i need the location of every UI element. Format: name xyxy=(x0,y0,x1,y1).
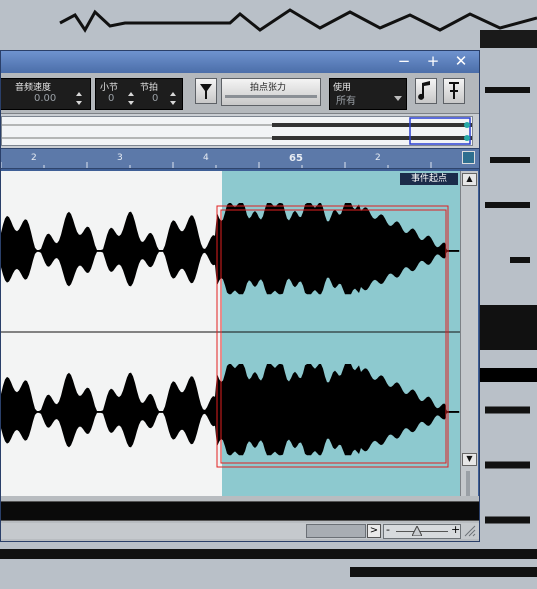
audio-speed-field[interactable]: 音频速度 0.00 xyxy=(1,78,91,110)
horizontal-scroll-thumb[interactable] xyxy=(306,524,366,538)
note-button[interactable] xyxy=(415,78,437,104)
audio-speed-value[interactable]: 0.00 xyxy=(34,93,56,104)
overview-strip[interactable] xyxy=(1,114,479,148)
horizontal-zoom-slider[interactable]: - + xyxy=(383,523,461,539)
editor-toolbar: 音频速度 0.00 小节 节拍 0 0 拍点张力 使用 所有 xyxy=(1,73,479,114)
scroll-down-arrow-icon[interactable]: ▼ xyxy=(462,453,477,466)
resize-grip-icon[interactable] xyxy=(462,523,477,538)
zoom-minus-icon[interactable]: - xyxy=(386,523,390,536)
background-track-top xyxy=(0,0,537,50)
audio-speed-label: 音频速度 xyxy=(15,83,52,93)
chevron-down-icon[interactable] xyxy=(394,96,402,102)
beats-spinner-icon[interactable] xyxy=(170,91,176,107)
overview-waveform[interactable] xyxy=(1,116,473,146)
time-ruler[interactable]: 2 3 4 65 2 xyxy=(1,148,479,169)
zoom-track-line xyxy=(396,531,448,532)
vertical-scrollbar[interactable]: ▲ ▼ xyxy=(460,171,478,531)
pin-icon xyxy=(449,82,459,99)
hitpoint-slider[interactable] xyxy=(225,92,317,102)
bars-beats-field[interactable]: 小节 节拍 0 0 xyxy=(95,78,183,110)
scroll-up-arrow-icon[interactable]: ▲ xyxy=(462,173,477,186)
ruler-ticks xyxy=(1,162,432,168)
zoom-plus-icon[interactable]: + xyxy=(451,523,460,536)
hitpoint-button[interactable]: 拍点张力 xyxy=(221,78,321,106)
bars-spinner-icon[interactable] xyxy=(128,91,134,107)
use-value[interactable]: 所有 xyxy=(336,92,356,107)
overview-wave-graphic xyxy=(2,117,472,145)
zoom-thumb-icon[interactable] xyxy=(412,526,422,536)
snap-button[interactable] xyxy=(443,78,465,104)
background-track-right xyxy=(480,50,537,545)
scroll-right-arrow-icon[interactable]: > xyxy=(367,524,381,538)
use-field[interactable]: 使用 所有 xyxy=(329,78,407,110)
funnel-icon xyxy=(200,84,212,99)
beats-label: 节拍 xyxy=(140,83,159,93)
waveform-graphic xyxy=(1,171,460,496)
window-titlebar[interactable]: − + ✕ xyxy=(1,51,479,73)
bars-value[interactable]: 0 xyxy=(108,93,114,104)
minimize-button[interactable]: − xyxy=(395,53,413,69)
bars-label: 小节 xyxy=(100,83,119,93)
editor-bottom-panel: > - + xyxy=(1,496,479,541)
event-start-marker[interactable]: 事件起点 xyxy=(400,173,458,185)
info-line xyxy=(1,501,479,521)
sample-editor-window: − + ✕ 音频速度 0.00 小节 节拍 0 0 拍点张力 使用 所有 2 3… xyxy=(0,50,480,542)
note-icon xyxy=(418,81,430,100)
waveform-display[interactable]: 事件起点 xyxy=(1,171,460,496)
horizontal-scrollbar[interactable]: > - + xyxy=(1,523,479,539)
maximize-button[interactable]: + xyxy=(424,53,442,69)
background-track-bottom xyxy=(0,542,537,589)
beats-value[interactable]: 0 xyxy=(152,93,158,104)
close-button[interactable]: ✕ xyxy=(452,53,470,69)
ruler-settings-icon[interactable] xyxy=(462,151,475,164)
funnel-button[interactable] xyxy=(195,78,217,104)
audio-speed-spinner-icon[interactable] xyxy=(76,91,82,107)
